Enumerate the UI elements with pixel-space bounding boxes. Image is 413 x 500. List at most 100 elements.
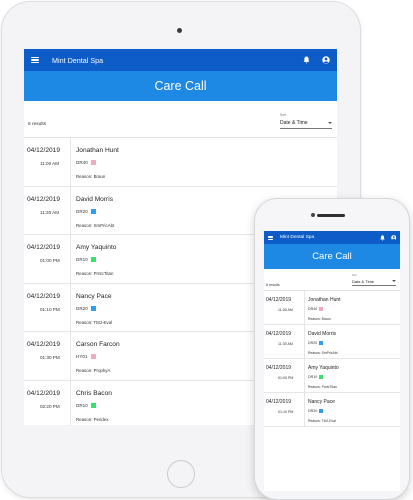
provider-code: DR10: [308, 375, 324, 379]
provider-label: DR10: [308, 375, 318, 379]
appointment-details: Jonathan Hunt DR40 Reason: Braun: [71, 138, 337, 186]
appointment-time: 01:10 PM: [278, 410, 294, 414]
provider-color-swatch: [90, 160, 96, 165]
bell-icon[interactable]: [303, 56, 310, 64]
page-title: Care Call: [264, 244, 400, 269]
patient-name: Chris Bacon: [76, 389, 112, 397]
bell-icon[interactable]: [379, 234, 385, 241]
provider-label: DR20: [76, 305, 88, 311]
appointment-reason: Reason: SmPricAbt: [308, 351, 338, 355]
appointment-date: 04/12/2019: [27, 389, 61, 397]
appointment-details: Amy Yaquinto DR10 Reason: PrntcTitan: [305, 359, 400, 392]
provider-code: HY01: [76, 354, 96, 359]
appointment-date: 04/12/2019: [27, 341, 61, 348]
patient-name: David Morris: [76, 195, 114, 203]
provider-color-swatch: [319, 409, 324, 413]
provider-label: DR20: [308, 341, 318, 345]
appointment-datetime: 04/12/2019 01:30 PM: [24, 332, 71, 380]
appointment-time: 11:30 AM: [278, 342, 293, 346]
appointment-date: 04/12/2019: [27, 292, 61, 300]
patient-name: Nancy Pace: [308, 399, 335, 405]
appointment-datetime: 04/12/2019 11:30 AM: [264, 325, 305, 358]
appointment-reason: Reason: PrntcTitan: [308, 385, 337, 389]
appointment-reason: Reason: TMJ-Eval: [76, 319, 113, 325]
sort-select[interactable]: Date & Time: [352, 277, 396, 286]
user-icon[interactable]: [390, 234, 397, 241]
provider-label: DR40: [76, 160, 88, 165]
patient-name: Amy Yaquinto: [76, 244, 117, 251]
appointment-time: 01:00 PM: [278, 376, 294, 380]
appointment-reason: Reason: SmPricAbt: [76, 222, 115, 228]
appointment-datetime: 04/12/2019 01:10 PM: [264, 393, 305, 426]
tablet-home-button: [167, 460, 195, 488]
appointment-details: Jonathan Hunt DR40 Reason: Braun: [305, 291, 400, 324]
provider-code: DR20: [76, 208, 96, 214]
provider-color-swatch: [90, 354, 96, 359]
provider-color-swatch: [90, 305, 96, 311]
provider-color-swatch: [319, 341, 324, 345]
appointment-row[interactable]: 04/12/2019 11:00 AM Jonathan Hunt DR40 Reaso…: [24, 138, 337, 187]
patient-name: Nancy Pace: [76, 292, 112, 300]
chevron-down-icon: [328, 122, 332, 124]
provider-code: DR10: [76, 257, 96, 262]
appointment-row[interactable]: 04/12/2019 11:30 AM David Morris DR20 Reason…: [264, 325, 400, 359]
appointment-row[interactable]: 04/12/2019 11:00 AM Jonathan Hunt DR40 Reaso…: [264, 291, 400, 325]
provider-label: DR20: [308, 409, 318, 413]
provider-code: DR40: [308, 307, 324, 311]
appointment-time: 01:00 PM: [40, 258, 60, 263]
provider-label: DR20: [76, 208, 88, 214]
appointment-reason: Reason: PrntcTitan: [76, 271, 114, 276]
appointment-time: 01:10 PM: [40, 306, 60, 312]
phone-speaker: [317, 214, 345, 217]
appointment-details: David Morris DR20 Reason: SmPricAbt: [305, 325, 400, 358]
sort-label: Sort: [280, 113, 287, 117]
sort-select[interactable]: Date & Time: [280, 118, 332, 129]
appointment-date: 04/12/2019: [27, 244, 61, 251]
menu-icon[interactable]: [268, 235, 273, 240]
appointment-reason: Reason: Braun: [76, 174, 106, 179]
provider-code: DR20: [308, 341, 324, 345]
phone-screen: Mint Dental Spa Care Call 6 results Sort…: [264, 231, 400, 491]
provider-label: HY01: [76, 354, 88, 359]
provider-color-swatch: [90, 402, 96, 408]
patient-name: Jonathan Hunt: [308, 297, 341, 303]
appointment-list: 04/12/2019 11:00 AM Jonathan Hunt DR40 Reaso…: [264, 291, 400, 427]
provider-color-swatch: [319, 307, 324, 311]
appointment-date: 04/12/2019: [27, 195, 61, 203]
appointment-datetime: 04/12/2019 11:30 AM: [24, 186, 71, 234]
page-title: Care Call: [24, 71, 337, 101]
appointment-date: 04/12/2019: [266, 365, 292, 371]
appointment-date: 04/12/2019: [266, 399, 292, 405]
provider-color-swatch: [90, 257, 96, 262]
provider-code: DR20: [76, 305, 96, 311]
sort-value: Date & Time: [280, 120, 308, 126]
list-toolbar: 6 results Sort Date & Time: [24, 101, 337, 138]
appointment-date: 04/12/2019: [266, 297, 292, 303]
app-bar: Mint Dental Spa: [24, 49, 337, 71]
appointment-reason: Reason: Peridex: [76, 416, 109, 422]
appointment-row[interactable]: 04/12/2019 01:10 PM Nancy Pace DR20 Reason: …: [264, 393, 400, 427]
provider-color-swatch: [319, 375, 324, 379]
sort-control[interactable]: Sort Date & Time: [280, 113, 332, 129]
sort-control[interactable]: Sort Date & Time: [352, 274, 396, 286]
appointment-reason: Reason: ProphyA: [76, 368, 111, 373]
phone-camera: [311, 213, 315, 217]
app-title: Mint Dental Spa: [280, 235, 315, 240]
provider-code: DR20: [308, 409, 324, 413]
app-bar: Mint Dental Spa: [264, 231, 400, 244]
appointment-reason: Reason: TMJ-Eval: [308, 419, 336, 423]
appointment-date: 04/12/2019: [266, 331, 292, 337]
appointment-time: 01:30 PM: [40, 355, 60, 360]
provider-code: DR10: [76, 402, 96, 408]
provider-color-swatch: [90, 208, 96, 214]
appointment-datetime: 04/12/2019 01:00 PM: [24, 235, 71, 283]
user-icon[interactable]: [322, 56, 330, 64]
appointment-datetime: 04/12/2019 01:10 PM: [24, 283, 71, 331]
appointment-time: 11:30 AM: [40, 209, 60, 215]
menu-icon[interactable]: [31, 57, 39, 63]
results-count: 6 results: [266, 283, 280, 287]
appointment-row[interactable]: 04/12/2019 01:00 PM Amy Yaquinto DR10 Reason…: [264, 359, 400, 393]
appointment-reason: Reason: Braun: [308, 317, 331, 321]
appointment-datetime: 04/12/2019 01:00 PM: [264, 359, 305, 392]
patient-name: Jonathan Hunt: [76, 147, 119, 154]
